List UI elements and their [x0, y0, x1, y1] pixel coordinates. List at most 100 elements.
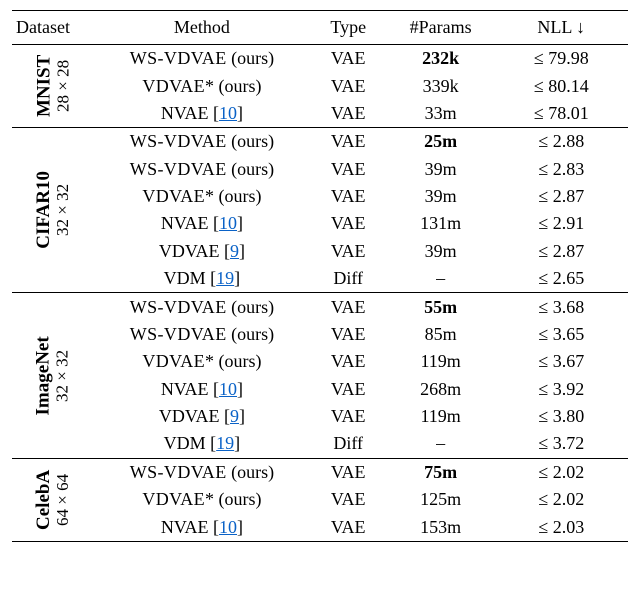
- nll-cell: ≤ 2.02: [495, 486, 628, 513]
- params-cell: 75m: [387, 458, 495, 486]
- citation-link[interactable]: 9: [230, 406, 239, 426]
- col-type: Type: [310, 11, 387, 45]
- type-cell: VAE: [310, 348, 387, 375]
- results-table: Dataset Method Type #Params NLL ↓ MNIST2…: [12, 10, 628, 542]
- method-smallcaps: VDVAE: [142, 186, 205, 206]
- method-suffix: * (ours): [205, 351, 262, 371]
- dataset-size: 64 × 64: [54, 470, 72, 530]
- method-cell: VDVAE* (ours): [94, 72, 310, 99]
- method-prefix: VDVAE [: [159, 241, 230, 261]
- method-suffix: (ours): [227, 131, 275, 151]
- method-cell: VDVAE [9]: [94, 403, 310, 430]
- citation-link[interactable]: 10: [219, 103, 237, 123]
- method-suffix: (ours): [227, 159, 275, 179]
- method-cell: NVAE [10]: [94, 210, 310, 237]
- type-cell: VAE: [310, 128, 387, 156]
- method-suffix: (ours): [227, 324, 275, 344]
- params-cell: 33m: [387, 100, 495, 128]
- citation-link[interactable]: 19: [216, 433, 234, 453]
- method-suffix: ]: [237, 213, 243, 233]
- table-row: ImageNet32 × 32WS-VDVAE (ours)VAE55m≤ 3.…: [12, 293, 628, 321]
- dataset-size: 32 × 32: [54, 336, 72, 415]
- method-cell: WS-VDVAE (ours): [94, 156, 310, 183]
- table-row: NVAE [10]VAE131m≤ 2.91: [12, 210, 628, 237]
- method-suffix: ]: [239, 406, 245, 426]
- method-cell: VDVAE* (ours): [94, 183, 310, 210]
- table-row: VDVAE [9]VAE119m≤ 3.80: [12, 403, 628, 430]
- method-smallcaps: WS-VDVAE: [130, 462, 227, 482]
- method-cell: VDVAE* (ours): [94, 486, 310, 513]
- type-cell: VAE: [310, 156, 387, 183]
- table-row: WS-VDVAE (ours)VAE85m≤ 3.65: [12, 321, 628, 348]
- citation-link[interactable]: 10: [219, 213, 237, 233]
- method-prefix: NVAE [: [161, 517, 219, 537]
- nll-cell: ≤ 3.80: [495, 403, 628, 430]
- method-prefix: VDM [: [164, 268, 217, 288]
- nll-cell: ≤ 3.92: [495, 376, 628, 403]
- params-cell: 119m: [387, 403, 495, 430]
- nll-cell: ≤ 2.02: [495, 458, 628, 486]
- method-prefix: NVAE [: [161, 379, 219, 399]
- citation-link[interactable]: 19: [216, 268, 234, 288]
- params-cell: 39m: [387, 183, 495, 210]
- citation-link[interactable]: 10: [219, 517, 237, 537]
- table-row: VDVAE* (ours)VAE339k≤ 80.14: [12, 72, 628, 99]
- method-suffix: (ours): [227, 48, 275, 68]
- col-nll: NLL ↓: [495, 11, 628, 45]
- method-cell: WS-VDVAE (ours): [94, 293, 310, 321]
- nll-cell: ≤ 79.98: [495, 45, 628, 73]
- method-cell: WS-VDVAE (ours): [94, 45, 310, 73]
- params-cell: 232k: [387, 45, 495, 73]
- nll-cell: ≤ 2.88: [495, 128, 628, 156]
- nll-cell: ≤ 2.65: [495, 265, 628, 293]
- method-suffix: * (ours): [205, 186, 262, 206]
- col-dataset: Dataset: [12, 11, 94, 45]
- type-cell: VAE: [310, 210, 387, 237]
- method-smallcaps: WS-VDVAE: [130, 48, 227, 68]
- nll-cell: ≤ 3.72: [495, 430, 628, 458]
- nll-cell: ≤ 2.87: [495, 183, 628, 210]
- params-cell: 268m: [387, 376, 495, 403]
- method-smallcaps: VDVAE: [142, 489, 205, 509]
- table-row: VDVAE* (ours)VAE125m≤ 2.02: [12, 486, 628, 513]
- col-params: #Params: [387, 11, 495, 45]
- method-cell: NVAE [10]: [94, 376, 310, 403]
- table-row: MNIST28 × 28WS-VDVAE (ours)VAE232k≤ 79.9…: [12, 45, 628, 73]
- dataset-name: ImageNet: [34, 336, 54, 415]
- table-row: VDM [19]Diff–≤ 3.72: [12, 430, 628, 458]
- method-cell: VDM [19]: [94, 430, 310, 458]
- type-cell: VAE: [310, 183, 387, 210]
- nll-cell: ≤ 2.03: [495, 513, 628, 541]
- table-row: VDVAE* (ours)VAE39m≤ 2.87: [12, 183, 628, 210]
- table-row: WS-VDVAE (ours)VAE39m≤ 2.83: [12, 156, 628, 183]
- type-cell: VAE: [310, 238, 387, 265]
- nll-cell: ≤ 2.91: [495, 210, 628, 237]
- params-cell: –: [387, 430, 495, 458]
- nll-cell: ≤ 2.83: [495, 156, 628, 183]
- params-cell: 39m: [387, 238, 495, 265]
- params-cell: 85m: [387, 321, 495, 348]
- dataset-cell: CelebA64 × 64: [12, 458, 94, 541]
- type-cell: Diff: [310, 265, 387, 293]
- params-cell: –: [387, 265, 495, 293]
- nll-cell: ≤ 78.01: [495, 100, 628, 128]
- method-cell: WS-VDVAE (ours): [94, 128, 310, 156]
- table-row: NVAE [10]VAE153m≤ 2.03: [12, 513, 628, 541]
- method-smallcaps: VDVAE: [142, 351, 205, 371]
- method-cell: NVAE [10]: [94, 513, 310, 541]
- method-cell: VDVAE [9]: [94, 238, 310, 265]
- type-cell: VAE: [310, 458, 387, 486]
- params-cell: 339k: [387, 72, 495, 99]
- citation-link[interactable]: 9: [230, 241, 239, 261]
- type-cell: VAE: [310, 293, 387, 321]
- type-cell: VAE: [310, 100, 387, 128]
- params-cell: 153m: [387, 513, 495, 541]
- dataset-cell: ImageNet32 × 32: [12, 293, 94, 458]
- method-suffix: ]: [237, 379, 243, 399]
- params-cell: 39m: [387, 156, 495, 183]
- citation-link[interactable]: 10: [219, 379, 237, 399]
- method-prefix: NVAE [: [161, 103, 219, 123]
- table-row: VDM [19]Diff–≤ 2.65: [12, 265, 628, 293]
- nll-cell: ≤ 3.68: [495, 293, 628, 321]
- dataset-size: 32 × 32: [54, 171, 72, 249]
